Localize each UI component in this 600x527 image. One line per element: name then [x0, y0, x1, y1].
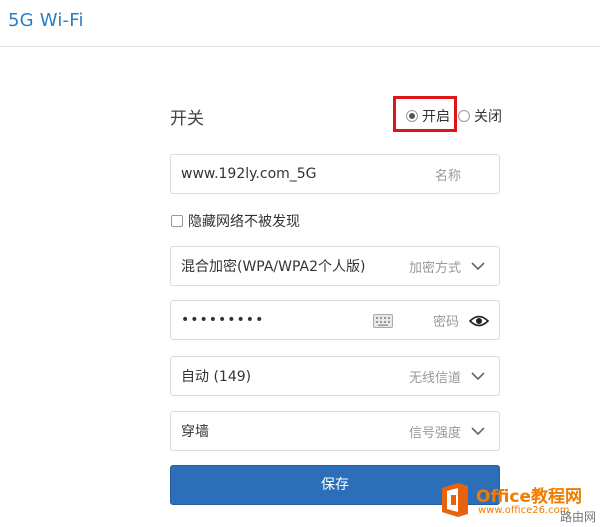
tx-power-hint: 信号强度: [408, 425, 461, 441]
watermark: Office教程网 www.office26.com 路由网: [436, 478, 600, 527]
watermark-url: www.office26.com: [478, 505, 570, 516]
radio-off-label: 关闭: [474, 109, 502, 125]
password-hint: 密码: [432, 314, 459, 330]
hide-network-label: 隐藏网络不被发现: [188, 214, 300, 230]
radio-on-label: 开启: [422, 109, 450, 125]
watermark-title: Office教程网: [476, 487, 583, 507]
chevron-down-icon[interactable]: [471, 424, 485, 438]
radio-off-option[interactable]: 关闭: [458, 106, 502, 126]
password-field[interactable]: ••••••••• 密码: [170, 300, 500, 340]
switch-label: 开关: [170, 109, 204, 129]
chevron-down-icon[interactable]: [471, 259, 485, 273]
hide-network-checkbox[interactable]: [171, 215, 183, 227]
encryption-value: 混合加密(WPA/WPA2个人版): [181, 259, 366, 275]
hide-network-option[interactable]: 隐藏网络不被发现: [171, 211, 300, 231]
chevron-down-icon[interactable]: [471, 369, 485, 383]
encryption-hint: 加密方式: [408, 260, 461, 276]
tx-power-select[interactable]: 穿墙 信号强度: [170, 411, 500, 451]
radio-on-button[interactable]: [406, 110, 418, 122]
radio-off-button[interactable]: [458, 110, 470, 122]
ssid-field[interactable]: www.192ly.com_5G 名称: [170, 154, 500, 194]
channel-value: 自动 (149): [181, 369, 252, 385]
ssid-value[interactable]: www.192ly.com_5G: [171, 166, 435, 182]
header-divider: [0, 46, 600, 47]
watermark-corner: 路由网: [559, 510, 596, 524]
radio-on-option[interactable]: 开启: [406, 106, 450, 126]
encryption-select[interactable]: 混合加密(WPA/WPA2个人版) 加密方式: [170, 246, 500, 286]
channel-select[interactable]: 自动 (149) 无线信道: [170, 356, 500, 396]
section-title: 5G Wi-Fi: [8, 10, 84, 31]
channel-hint: 无线信道: [408, 370, 461, 386]
office-logo-icon: [440, 482, 470, 518]
eye-icon[interactable]: [468, 313, 490, 327]
password-value[interactable]: •••••••••: [171, 312, 373, 328]
keyboard-icon[interactable]: [372, 313, 393, 328]
tx-power-value: 穿墙: [181, 424, 209, 440]
ssid-hint: 名称: [434, 168, 461, 184]
